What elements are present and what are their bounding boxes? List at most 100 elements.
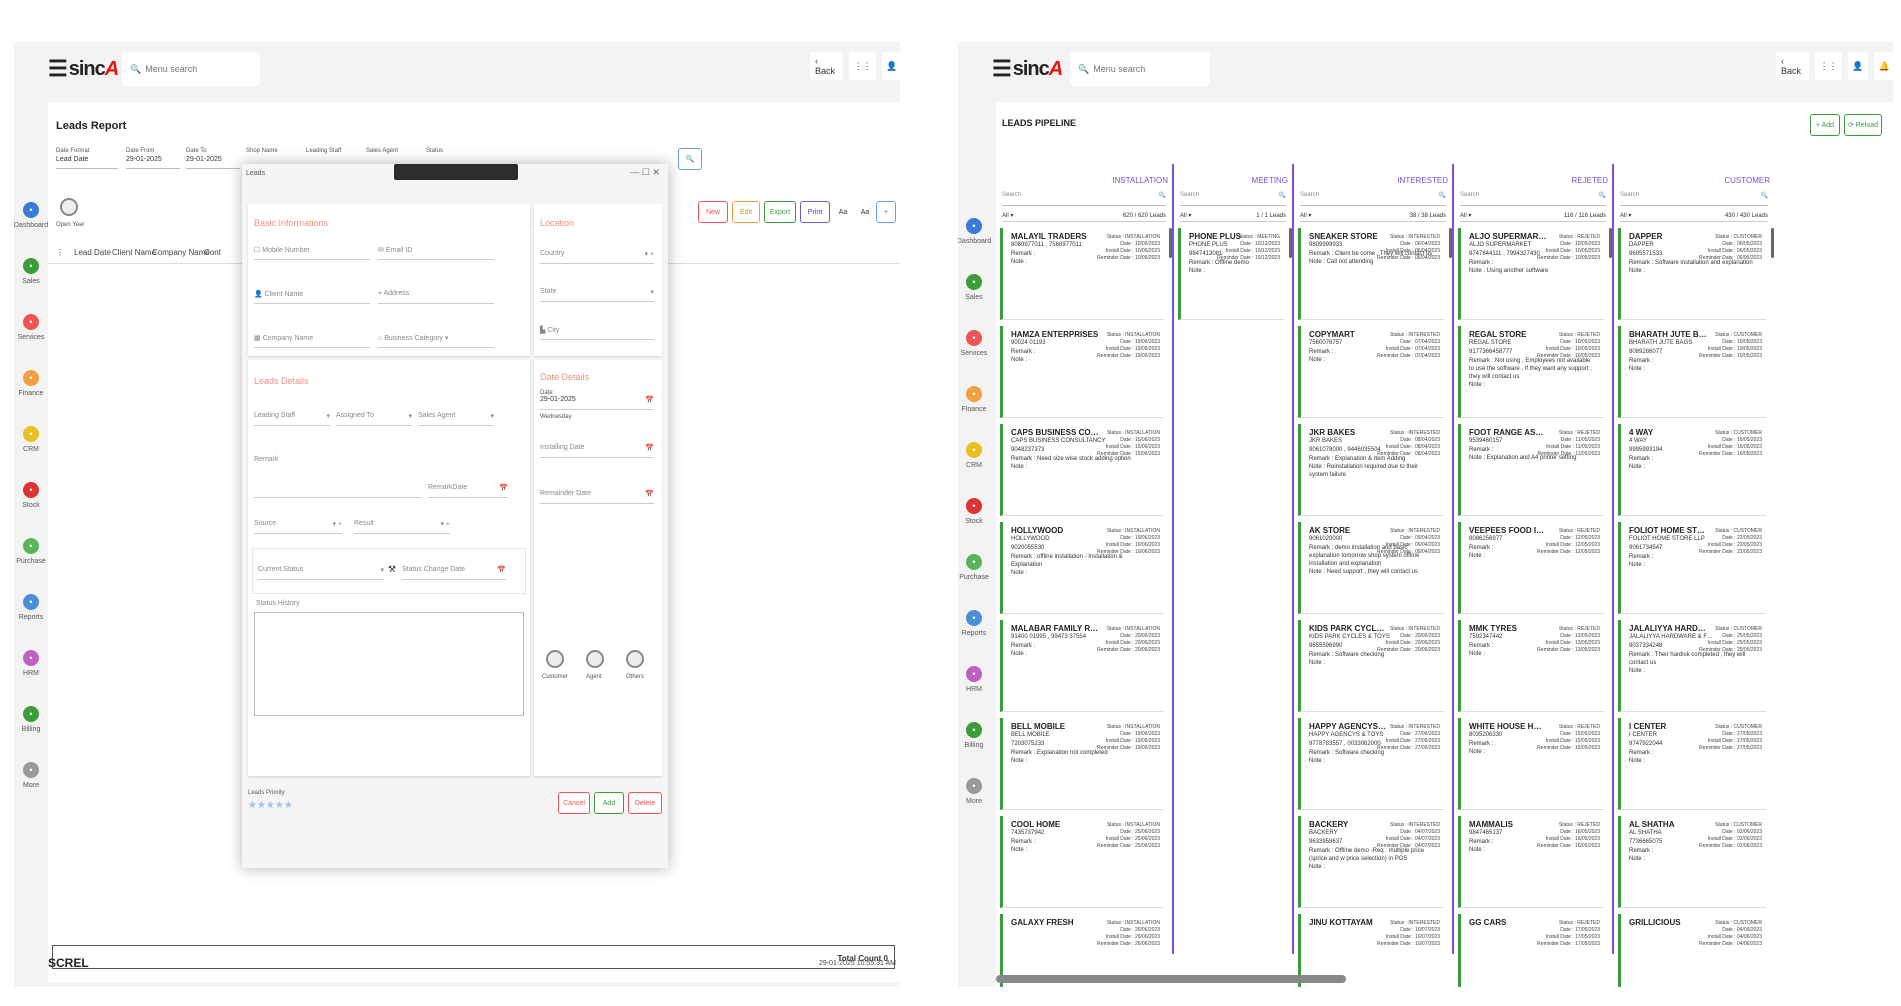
agent-toggle[interactable] — [586, 650, 604, 668]
column-filter-select[interactable]: All ▾ 1 / 1 Leads — [1180, 212, 1286, 222]
address-field[interactable]: ⌖ Address — [378, 290, 494, 304]
remark-date-field[interactable]: RemarkDate 📅 — [428, 484, 508, 498]
lead-card[interactable]: SNEAKER STORE 9809999933 Remark : Client b… — [1298, 228, 1444, 320]
sidebar-item-more[interactable]: • More — [14, 762, 48, 818]
lead-card[interactable]: HAPPY AGENCYS & TOYSHAPPY AGENCYS & TOYS… — [1298, 718, 1444, 810]
add-lead-button[interactable]: + Add — [1810, 114, 1840, 136]
print-button[interactable]: Print — [800, 201, 830, 223]
search-input[interactable] — [1093, 64, 1204, 74]
menu-search[interactable]: 🔍 — [122, 52, 260, 86]
lead-card[interactable]: MALABAR FAMILY RESTAURANT91400 01995 , 9… — [1000, 620, 1164, 712]
column-filter-select[interactable]: All ▾ 38 / 38 Leads — [1300, 212, 1446, 222]
lead-card[interactable]: HOLLYWOOD HOLLYWOOD 9020055530 Remark : off… — [1000, 522, 1164, 614]
source-field[interactable]: Source ▾ + — [254, 520, 342, 534]
sidebar-item-stock[interactable]: • Stock — [14, 482, 48, 538]
lead-card[interactable]: BACKERY BACKERY 9633958637 Remark : Offline… — [1298, 816, 1444, 908]
email-field[interactable]: ✉ Email ID — [378, 246, 494, 260]
lead-card[interactable]: MALAYIL TRADERS 8089977011 , 7560977011 Re… — [1000, 228, 1164, 320]
lead-card[interactable]: GG CARS Status : REJETED Date : 17/05/2023… — [1458, 914, 1604, 987]
state-field[interactable]: State ▾ — [540, 288, 654, 302]
lead-card[interactable]: COOL HOME 7435737942 Remark : Note : Status … — [1000, 816, 1164, 908]
lead-card[interactable]: KIDS PARK CYCLES & TOYSKIDS PARK CYCLES … — [1298, 620, 1444, 712]
sidebar-item-more[interactable]: • More — [958, 778, 990, 834]
column-search-input[interactable]: Search 🔍 — [1180, 192, 1286, 206]
lead-card[interactable]: REGAL STORE REGAL STORE 9177366458777 Remar… — [1458, 326, 1604, 418]
sidebar-item-services[interactable]: • Services — [958, 330, 990, 386]
new-button[interactable]: New — [698, 201, 728, 223]
assigned-to-field[interactable]: Assigned To ▾ — [336, 412, 412, 426]
sidebar-item-services[interactable]: • Services — [14, 314, 48, 370]
grid-icon[interactable]: ⋮⋮ — [1815, 52, 1842, 80]
city-field[interactable]: ▙ City — [540, 326, 654, 340]
company-field[interactable]: ▦ Company Name — [254, 334, 370, 348]
lead-card[interactable]: HAMZA ENTERPRISES 90024 01193 Remark : Note… — [1000, 326, 1164, 418]
sidebar-item-reports[interactable]: • Reports — [958, 610, 990, 666]
edit-button[interactable]: Edit — [732, 201, 760, 223]
sidebar-item-hrm[interactable]: • HRM — [14, 650, 48, 706]
export-button[interactable]: Export — [764, 201, 796, 223]
user-icon[interactable]: 👤 — [1847, 52, 1869, 80]
customer-toggle[interactable] — [546, 650, 564, 668]
lead-card[interactable]: JALALIYYA HARDWARE & FURNITURESJALALIYYA… — [1618, 620, 1766, 712]
sidebar-item-finance[interactable]: • Finance — [14, 370, 48, 426]
lead-card[interactable]: AK STORE 9061020000 Remark : demo installa… — [1298, 522, 1444, 614]
column-menu-icon[interactable]: ⋮ — [56, 248, 64, 257]
lead-card[interactable]: JKR BAKES JKR BAKES 9061078000 , 944603550… — [1298, 424, 1444, 516]
sidebar-item-crm[interactable]: • CRM — [14, 426, 48, 482]
column-scrollbar[interactable] — [1169, 228, 1172, 258]
client-field[interactable]: 👤 Client Name — [254, 290, 370, 304]
date-field[interactable]: 29-01-2025 📅 — [540, 396, 654, 410]
lead-card[interactable]: BHARATH JUTE BAGS BHARATH JUTE BAGS 808928… — [1618, 326, 1766, 418]
cancel-button[interactable]: Cancel — [558, 792, 590, 814]
menu-search[interactable]: 🔍 — [1070, 52, 1210, 86]
sidebar-item-billing[interactable]: • Billing — [14, 706, 48, 762]
installing-date-field[interactable]: Installing Date 📅 — [540, 444, 654, 458]
result-field[interactable]: Result ▾ + — [354, 520, 450, 534]
lead-card[interactable]: VEEPEES FOOD INGREDIETS8086256977Remark … — [1458, 522, 1604, 614]
column-filter-select[interactable]: All ▾ 430 / 430 Leads — [1620, 212, 1768, 222]
close-icon[interactable]: — ☐ ✕ — [630, 167, 660, 178]
sidebar-item-purchase[interactable]: • Purchase — [958, 554, 990, 610]
reminder-date-field[interactable]: Remainder Date 📅 — [540, 490, 654, 504]
filter-field[interactable]: Lead Date — [56, 156, 118, 169]
sidebar-item-crm[interactable]: • CRM — [958, 442, 990, 498]
lead-card[interactable]: PHONE PLUS PHONE PLUS 9847413081 Remark : O… — [1178, 228, 1284, 320]
open-year-toggle[interactable] — [60, 198, 78, 216]
mobile-field[interactable]: ☐ Mobile Number — [254, 246, 370, 260]
lead-card[interactable]: 4 WAY 4 WAY 9995993194 Remark : Note : Status… — [1618, 424, 1766, 516]
lead-card[interactable]: AL SHATHA AL SHATHA 7736665075 Remark : Note… — [1618, 816, 1766, 908]
column-header[interactable]: Cont — [204, 248, 221, 257]
font-size-down-button[interactable]: Aa — [834, 201, 852, 223]
sidebar-item-purchase[interactable]: • Purchase — [14, 538, 48, 594]
lead-card[interactable]: WHITE HOUSE HOLIDAYS8035206330Remark :No… — [1458, 718, 1604, 810]
back-button[interactable]: ‹ Back — [1776, 52, 1810, 80]
sidebar-item-reports[interactable]: • Reports — [14, 594, 48, 650]
lead-card[interactable]: MAMMALIS 9847465137 Remark : Note : Status :… — [1458, 816, 1604, 908]
sidebar-item-dashboard[interactable]: • Dashboard — [14, 202, 48, 258]
lead-card[interactable]: FOOT RANGE ASSOCIATES (OTTAVA)9539460157… — [1458, 424, 1604, 516]
grid-icon[interactable]: ⋮⋮ — [849, 52, 876, 80]
others-toggle[interactable] — [626, 650, 644, 668]
status-change-date-field[interactable]: Status Change Date 📅 — [402, 566, 506, 580]
status-history-box[interactable] — [254, 612, 524, 716]
delete-button[interactable]: Delete — [628, 792, 662, 814]
add-plus-button[interactable]: + — [876, 201, 896, 223]
lead-card[interactable]: COPYMART 7560076757 Remark : Note : Status :… — [1298, 326, 1444, 418]
filter-field[interactable]: 29-01-2025 — [186, 156, 240, 169]
sidebar-item-sales[interactable]: • Sales — [14, 258, 48, 314]
reload-button[interactable]: ⟳ Reload — [1844, 114, 1882, 136]
remark-field[interactable] — [254, 484, 422, 498]
current-status-field[interactable]: Current Status ▾ — [258, 566, 384, 580]
lead-card[interactable]: I CENTER I CENTER 9747922044 Remark : Note :… — [1618, 718, 1766, 810]
horizontal-scrollbar[interactable] — [996, 975, 1346, 983]
bell-icon[interactable]: 🔔 — [1874, 52, 1893, 80]
lead-card[interactable]: FOLIOT HOME STORE LLPFOLIOT HOME STORE L… — [1618, 522, 1766, 614]
sidebar-item-sales[interactable]: • Sales — [958, 274, 990, 330]
column-header[interactable]: Lead Date — [74, 248, 111, 257]
sidebar-item-billing[interactable]: • Billing — [958, 722, 990, 778]
back-button[interactable]: ‹ Back — [810, 52, 844, 80]
category-field[interactable]: ⌂ Business Category ▾ — [378, 334, 494, 348]
column-header[interactable]: Client Name — [112, 248, 156, 257]
lead-card[interactable]: CAPS BUSINESS CONSULTANCYCAPS BUSINESS C… — [1000, 424, 1164, 516]
add-button[interactable]: Add — [594, 792, 624, 814]
